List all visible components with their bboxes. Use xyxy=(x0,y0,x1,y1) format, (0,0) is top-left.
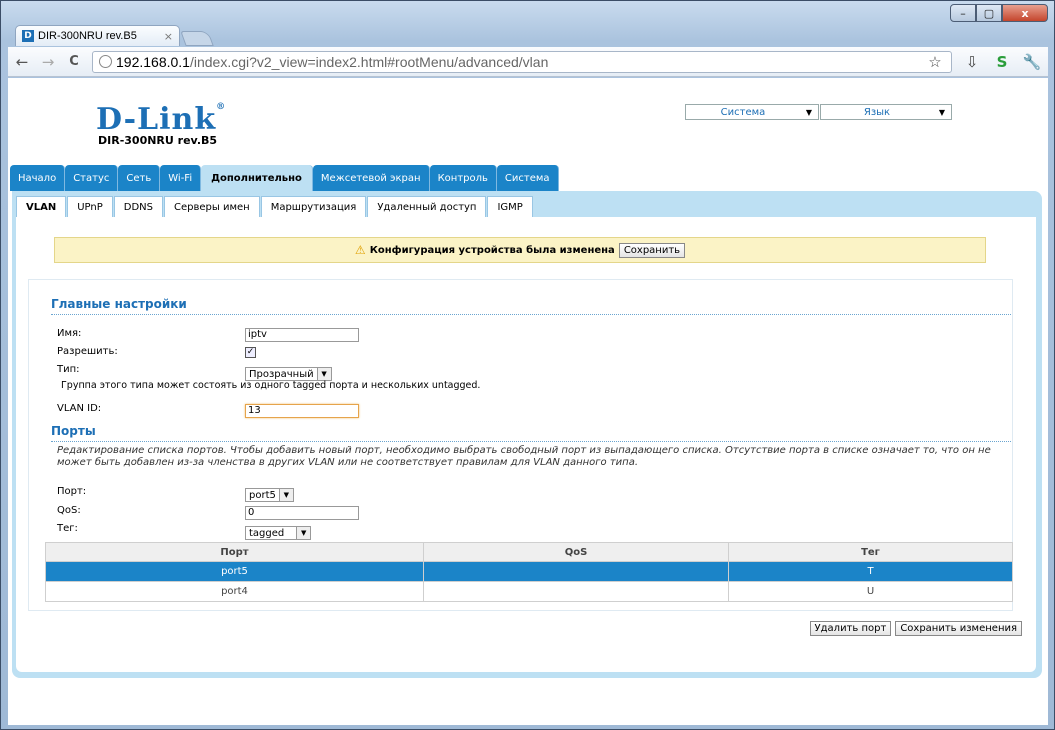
form-actions: Удалить порт Сохранить изменения xyxy=(809,621,1022,636)
subtab-remote-access[interactable]: Удаленный доступ xyxy=(367,196,487,217)
ports-title: Порты xyxy=(51,424,96,438)
vlan-id-field[interactable]: 13 xyxy=(245,404,359,418)
type-select-value: Прозрачный xyxy=(249,368,314,380)
tab-close-icon[interactable]: × xyxy=(164,30,173,43)
chevron-down-icon: ▼ xyxy=(278,489,293,501)
tab-firewall[interactable]: Межсетевой экран xyxy=(312,165,430,191)
chevron-down-icon: ▼ xyxy=(316,368,331,380)
browser-window: D DIR-300NRU rev.B5 × – ▢ x ← → C 192.16… xyxy=(0,0,1055,730)
table-header-row: Порт QoS Тег xyxy=(45,542,1013,562)
qos-cell xyxy=(423,561,729,582)
qos-cell xyxy=(423,581,729,602)
browser-tab[interactable]: D DIR-300NRU rev.B5 × xyxy=(15,25,180,46)
tab-start[interactable]: Начало xyxy=(10,165,66,191)
page-viewport: D-Link® DIR-300NRU rev.B5 Система ▼ Язык… xyxy=(8,78,1048,725)
tag-cell: U xyxy=(728,581,1013,602)
chevron-down-icon: ▼ xyxy=(296,527,311,539)
column-header-tag: Тег xyxy=(728,542,1013,562)
tab-system[interactable]: Система xyxy=(496,165,559,191)
dlink-favicon-icon: D xyxy=(22,30,34,42)
minimize-button[interactable]: – xyxy=(950,4,976,22)
wrench-icon[interactable]: 🔧 xyxy=(1022,53,1042,71)
divider xyxy=(51,441,1011,442)
notice-save-button[interactable]: Сохранить xyxy=(618,242,686,258)
table-row[interactable]: port4 U xyxy=(45,581,1013,602)
extension-icon[interactable]: S xyxy=(992,53,1012,71)
subtab-igmp[interactable]: IGMP xyxy=(487,196,533,217)
subtab-upnp[interactable]: UPnP xyxy=(67,196,113,217)
name-label: Имя: xyxy=(57,328,82,339)
port-cell: port4 xyxy=(45,581,424,602)
chevron-down-icon: ▼ xyxy=(938,107,946,117)
forward-icon[interactable]: → xyxy=(40,53,56,71)
table-row[interactable]: port5 T xyxy=(45,561,1013,582)
enable-label: Разрешить: xyxy=(57,346,118,357)
divider xyxy=(51,314,1011,315)
system-select[interactable]: Система ▼ xyxy=(685,104,819,120)
subtab-dns-servers[interactable]: Серверы имен xyxy=(164,196,260,217)
vlan-page: ⚠ Конфигурация устройства была изменена … xyxy=(16,217,1036,672)
window-controls: – ▢ x xyxy=(950,4,1048,22)
tag-select[interactable]: tagged ▼ xyxy=(245,526,312,540)
tab-status[interactable]: Статус xyxy=(65,165,119,191)
column-header-port: Порт xyxy=(45,542,424,562)
logo-registered: ® xyxy=(216,102,227,112)
tag-select-value: tagged xyxy=(249,527,285,539)
logo-text: D-Link xyxy=(96,102,217,137)
url-path: /index.cgi?v2_view=index2.html#rootMenu/… xyxy=(189,53,549,70)
model-name: DIR-300NRU rev.B5 xyxy=(98,134,218,147)
close-window-button[interactable]: x xyxy=(1002,4,1048,22)
name-field[interactable]: iptv xyxy=(245,328,359,342)
browser-toolbar: ← → C 192.168.0.1/index.cgi?v2_view=inde… xyxy=(8,47,1048,77)
enable-checkbox[interactable]: ✓ xyxy=(245,347,256,358)
vlan-id-label: VLAN ID: xyxy=(57,403,102,414)
ports-description: Редактирование списка портов. Чтобы доба… xyxy=(57,445,991,468)
warning-icon: ⚠ xyxy=(354,243,366,257)
type-hint: Группа этого типа может состоять из одно… xyxy=(61,380,481,391)
sub-nav: VLAN UPnP DDNS Серверы имен Маршрутизаци… xyxy=(16,196,534,217)
qos-label: QoS: xyxy=(57,505,81,516)
tab-title: DIR-300NRU rev.B5 xyxy=(38,30,137,42)
tab-wifi[interactable]: Wi-Fi xyxy=(160,165,202,191)
port-label: Порт: xyxy=(57,486,87,497)
language-select[interactable]: Язык ▼ xyxy=(820,104,952,120)
globe-icon xyxy=(99,55,112,68)
tag-cell: T xyxy=(728,561,1013,582)
address-bar[interactable]: 192.168.0.1/index.cgi?v2_view=index2.htm… xyxy=(92,50,952,73)
port-select[interactable]: port5 ▼ xyxy=(245,488,294,502)
dlink-logo: D-Link® xyxy=(96,102,226,137)
new-tab-button[interactable] xyxy=(180,31,214,46)
system-select-label: Система xyxy=(720,106,766,118)
chevron-down-icon: ▼ xyxy=(805,107,813,117)
qos-field[interactable]: 0 xyxy=(245,506,359,520)
port-cell: port5 xyxy=(45,561,424,582)
back-icon[interactable]: ← xyxy=(14,53,30,71)
vlan-form: Главные настройки Имя: iptv Разрешить: ✓… xyxy=(28,279,1013,611)
ports-table: Порт QoS Тег port5 T port4 U xyxy=(45,542,1013,602)
reload-icon[interactable]: C xyxy=(66,54,82,69)
tag-label: Тег: xyxy=(57,523,78,534)
type-select[interactable]: Прозрачный ▼ xyxy=(245,367,332,381)
config-changed-notice: ⚠ Конфигурация устройства была изменена … xyxy=(54,237,986,263)
subtab-ddns[interactable]: DDNS xyxy=(113,196,164,217)
delete-port-button[interactable]: Удалить порт xyxy=(809,621,892,636)
content-panel: VLAN UPnP DDNS Серверы имен Маршрутизаци… xyxy=(12,191,1042,678)
download-icon[interactable]: ⇩ xyxy=(962,53,982,71)
tab-network[interactable]: Сеть xyxy=(118,165,161,191)
maximize-button[interactable]: ▢ xyxy=(976,4,1002,22)
subtab-routing[interactable]: Маршрутизация xyxy=(260,196,367,217)
main-nav: Начало Статус Сеть Wi-Fi Дополнительно М… xyxy=(10,165,559,191)
save-changes-button[interactable]: Сохранить изменения xyxy=(895,621,1022,636)
tab-control[interactable]: Контроль xyxy=(429,165,497,191)
url-host: 192.168.0.1 xyxy=(116,53,190,70)
tab-advanced[interactable]: Дополнительно xyxy=(201,165,313,191)
type-label: Тип: xyxy=(57,364,80,375)
port-select-value: port5 xyxy=(249,489,276,501)
subtab-vlan[interactable]: VLAN xyxy=(16,196,67,217)
notice-text: Конфигурация устройства была изменена xyxy=(369,244,615,256)
language-select-label: Язык xyxy=(863,106,891,118)
main-settings-title: Главные настройки xyxy=(51,297,187,311)
column-header-qos: QoS xyxy=(423,542,729,562)
bookmark-star-icon[interactable]: ☆ xyxy=(925,53,945,71)
